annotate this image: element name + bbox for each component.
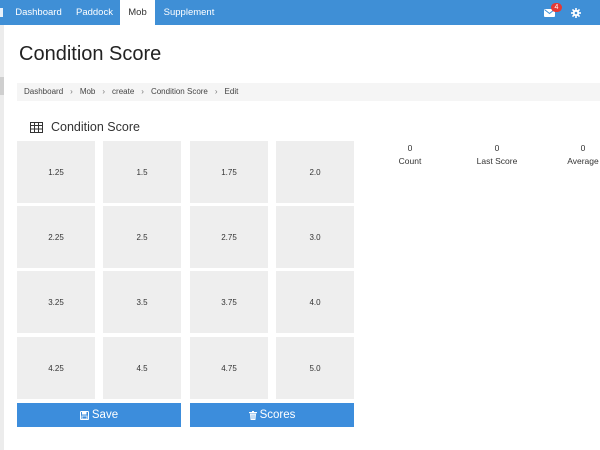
- score-tile-1-5[interactable]: 1.5: [103, 141, 181, 203]
- breadcrumb-edit: Edit: [224, 87, 239, 96]
- score-tile-4-25[interactable]: 4.25: [17, 337, 95, 399]
- score-tile-2-0[interactable]: 2.0: [276, 141, 354, 203]
- mail-badge: 4: [551, 3, 562, 12]
- stat-last-score: 0 Last Score: [462, 142, 532, 168]
- tab-supplement[interactable]: Supplement: [155, 0, 223, 25]
- stat-count: 0 Count: [375, 142, 445, 168]
- score-tile-3-25[interactable]: 3.25: [17, 271, 95, 333]
- page-title: Condition Score: [19, 43, 162, 65]
- top-nav: Dashboard Paddock Mob Supplement 4: [0, 0, 600, 25]
- score-tile-5-0[interactable]: 5.0: [276, 337, 354, 399]
- trash-icon: [248, 410, 257, 420]
- breadcrumb-separator: ›: [214, 87, 218, 96]
- stat-last-score-value: 0: [494, 143, 500, 153]
- tab-dashboard[interactable]: Dashboard: [8, 0, 69, 25]
- floppy-disk-icon: [79, 410, 89, 420]
- breadcrumb-condition-score[interactable]: Condition Score: [144, 83, 208, 101]
- stat-count-label: Count: [398, 156, 422, 166]
- score-tile-4-5[interactable]: 4.5: [103, 337, 181, 399]
- panel-title-text: Condition Score: [51, 120, 140, 134]
- stat-average: 0 Average: [548, 142, 600, 168]
- panel-title: Condition Score: [30, 119, 140, 135]
- gear-icon-svg: [571, 7, 581, 18]
- breadcrumb: Dashboard › Mob › create › Condition Sco…: [17, 83, 600, 101]
- score-tile-2-25[interactable]: 2.25: [17, 206, 95, 268]
- gear-icon[interactable]: [566, 0, 586, 25]
- save-button-label: Save: [91, 409, 119, 421]
- score-tile-3-75[interactable]: 3.75: [190, 271, 268, 333]
- save-button[interactable]: Save: [17, 403, 181, 427]
- breadcrumb-mob[interactable]: Mob: [73, 83, 96, 101]
- score-grid: 1.25 1.5 1.75 2.0 2.25 2.5 2.75 3.0 3.25…: [17, 141, 354, 399]
- table-grid-icon: [30, 121, 43, 133]
- score-tile-3-0[interactable]: 3.0: [276, 206, 354, 268]
- breadcrumb-separator: ›: [70, 87, 73, 96]
- stat-last-score-label: Last Score: [476, 156, 518, 166]
- score-tile-4-0[interactable]: 4.0: [276, 271, 354, 333]
- breadcrumb-dashboard[interactable]: Dashboard: [17, 83, 63, 101]
- breadcrumb-create[interactable]: create: [105, 83, 134, 101]
- score-tile-3-5[interactable]: 3.5: [103, 271, 181, 333]
- score-tile-1-25[interactable]: 1.25: [17, 141, 95, 203]
- scores-button[interactable]: Scores: [190, 403, 354, 427]
- score-tile-2-75[interactable]: 2.75: [190, 206, 268, 268]
- menu-toggle-icon[interactable]: [0, 8, 3, 17]
- stat-average-label: Average: [567, 156, 599, 166]
- breadcrumb-separator: ›: [102, 87, 106, 96]
- score-tile-1-75[interactable]: 1.75: [190, 141, 268, 203]
- tab-mob[interactable]: Mob: [120, 0, 155, 25]
- stat-count-value: 0: [407, 143, 413, 153]
- breadcrumb-separator: ›: [141, 87, 144, 96]
- stat-average-value: 0: [580, 143, 586, 153]
- left-rail: [0, 25, 4, 450]
- scores-button-label: Scores: [259, 409, 296, 421]
- tab-paddock[interactable]: Paddock: [69, 0, 120, 25]
- score-tile-2-5[interactable]: 2.5: [103, 206, 181, 268]
- score-tile-4-75[interactable]: 4.75: [190, 337, 268, 399]
- left-rail-marker: [0, 77, 4, 95]
